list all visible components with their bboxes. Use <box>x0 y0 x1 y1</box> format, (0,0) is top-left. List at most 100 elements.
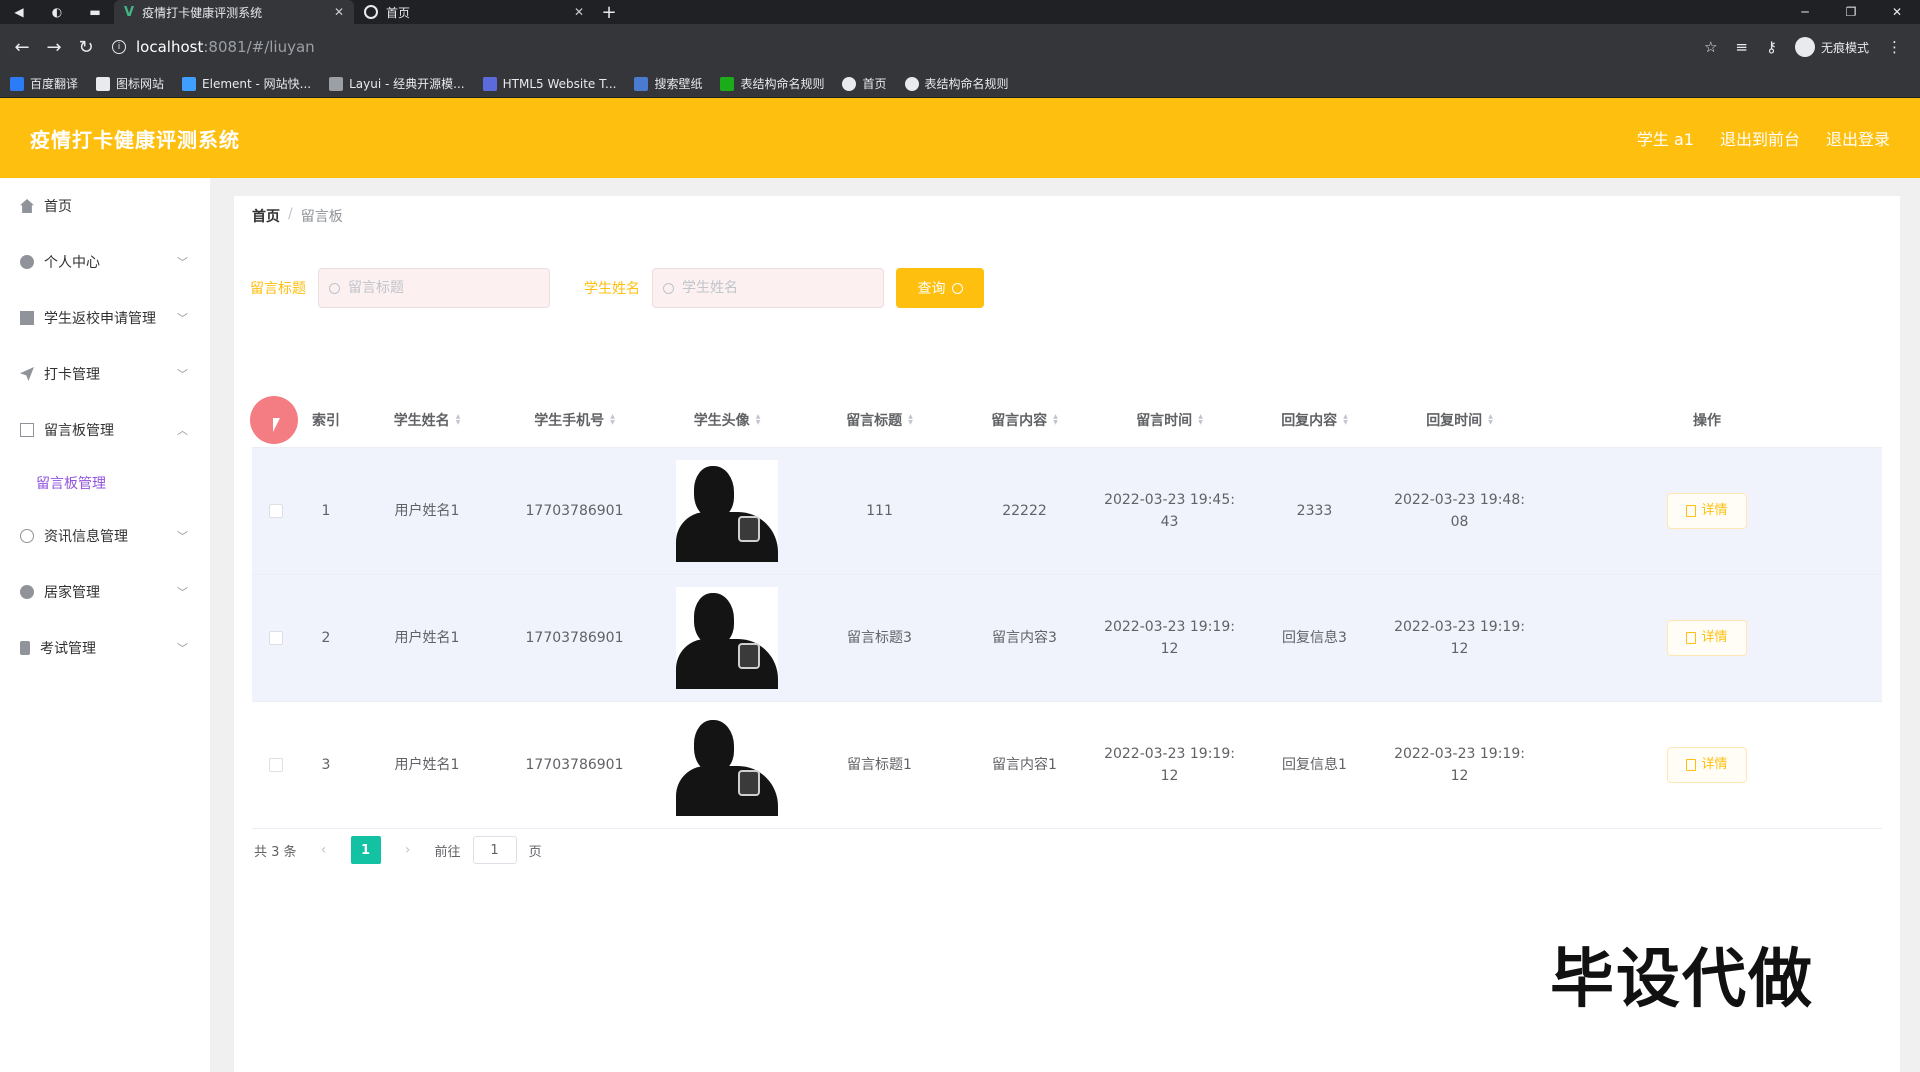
sidebar-item-profile[interactable]: 个人中心 ﹀ <box>0 234 210 290</box>
cell-reply-time-line2: 12 <box>1450 768 1469 784</box>
detail-button[interactable]: 详情 <box>1667 747 1747 783</box>
column-header-avatar[interactable]: 学生头像 ▲ ▼ <box>647 410 807 430</box>
sidebar-item-return-application[interactable]: 学生返校申请管理 ﹀ <box>0 290 210 346</box>
student-avatar-image[interactable] <box>676 460 778 562</box>
row-checkbox[interactable] <box>269 504 283 518</box>
column-header-name[interactable]: 学生姓名 ▲ ▼ <box>352 410 502 430</box>
column-header-operation: 操作 <box>1532 410 1882 430</box>
tab-window-icon[interactable]: ▬ <box>76 0 114 24</box>
search-icon <box>951 282 963 294</box>
next-page-icon[interactable]: › <box>393 836 423 864</box>
bookmark-item[interactable]: Layui - 经典开源模... <box>329 75 465 92</box>
column-header-reply-time[interactable]: 回复时间 ▲ ▼ <box>1387 410 1532 430</box>
pagination-total: 共 3 条 <box>254 844 297 860</box>
restore-icon[interactable]: ❐ <box>1828 0 1874 24</box>
bookmark-star-icon[interactable]: ☆ <box>1704 38 1717 56</box>
browser-menu-icon[interactable]: ⋮ <box>1887 38 1902 56</box>
column-header-title[interactable]: 留言标题 ▲ ▼ <box>807 410 952 430</box>
chevron-down-icon: ﹀ <box>177 312 188 325</box>
close-tab-icon[interactable]: ✕ <box>334 5 344 19</box>
cell-reply-time-line2: 08 <box>1450 514 1469 530</box>
bookmark-item[interactable]: 百度翻译 <box>10 75 78 92</box>
name-search-field[interactable] <box>652 268 884 308</box>
new-tab-icon[interactable]: + <box>594 0 624 24</box>
sort-icon[interactable]: ▲ ▼ <box>908 413 913 426</box>
sidebar-item-checkin[interactable]: 打卡管理 ﹀ <box>0 346 210 402</box>
page-number-current[interactable]: 1 <box>350 836 381 864</box>
chevron-down-icon: ﹀ <box>177 368 188 381</box>
breadcrumb-home[interactable]: 首页 <box>252 206 280 226</box>
sidebar-item-messageboard[interactable]: 留言板管理 ︿ <box>0 402 210 458</box>
incognito-indicator[interactable]: 无痕模式 <box>1794 37 1869 57</box>
cell-name: 用户姓名1 <box>394 757 460 773</box>
tab-search-icon[interactable]: ◐ <box>38 0 76 24</box>
column-header-reply[interactable]: 回复内容 ▲ ▼ <box>1242 410 1387 430</box>
cell-index: 3 <box>321 757 331 773</box>
column-header-time[interactable]: 留言时间 ▲ ▼ <box>1097 410 1242 430</box>
reload-icon[interactable]: ↻ <box>72 33 100 61</box>
query-button[interactable]: 查询 <box>896 268 984 308</box>
sidebar-item-exam[interactable]: 考试管理 ﹀ <box>0 620 210 676</box>
cell-time-line1: 2022-03-23 19:19: <box>1104 746 1235 762</box>
sort-icon[interactable]: ▲ ▼ <box>1198 413 1203 426</box>
reading-list-icon[interactable]: ≡ <box>1735 38 1748 56</box>
row-checkbox[interactable] <box>269 758 283 772</box>
table-row: 1 用户姓名1 17703786901 111 22222 2022-03-23… <box>252 448 1882 575</box>
bookmark-item[interactable]: 首页 <box>842 75 887 92</box>
current-user-link[interactable]: 学生 a1 <box>1637 126 1694 150</box>
sort-icon[interactable]: ▲ ▼ <box>610 413 615 426</box>
column-header-phone[interactable]: 学生手机号 ▲ ▼ <box>502 410 647 430</box>
back-to-front-link[interactable]: 退出到前台 <box>1720 126 1800 150</box>
sidebar-item-home-isolation[interactable]: 居家管理 ﹀ <box>0 564 210 620</box>
goto-page-input[interactable]: 1 <box>472 836 517 864</box>
bookmark-item[interactable]: 搜索壁纸 <box>634 75 702 92</box>
audio-icon[interactable]: ◀ <box>0 0 38 24</box>
sort-icon[interactable]: ▲ ▼ <box>1053 413 1058 426</box>
minimize-icon[interactable]: ─ <box>1782 0 1828 24</box>
search-icon <box>329 282 340 294</box>
bookmark-item[interactable]: 表结构命名规则 <box>904 75 1009 92</box>
sort-icon[interactable]: ▲ ▼ <box>1488 413 1493 426</box>
bookmark-item[interactable]: Element - 网站快... <box>182 75 311 92</box>
title-search-input[interactable] <box>348 280 528 296</box>
cell-name: 用户姓名1 <box>394 630 460 646</box>
detail-button-label: 详情 <box>1701 630 1728 645</box>
close-window-icon[interactable]: ✕ <box>1874 0 1920 24</box>
cell-time: 2022-03-23 19:19: 12 <box>1097 743 1242 787</box>
sidebar-item-news[interactable]: 资讯信息管理 ﹀ <box>0 508 210 564</box>
sidebar-item-home[interactable]: 首页 <box>0 178 210 234</box>
submenu-item-messageboard[interactable]: 留言板管理 <box>0 458 210 508</box>
detail-button[interactable]: 详情 <box>1667 620 1747 656</box>
close-tab-icon[interactable]: ✕ <box>574 5 584 19</box>
cell-title: 留言标题3 <box>847 630 912 646</box>
bookmark-favicon-icon <box>96 76 111 91</box>
back-icon[interactable]: ← <box>8 33 36 61</box>
prev-page-icon[interactable]: ‹ <box>309 836 339 864</box>
sort-icon[interactable]: ▲ ▼ <box>456 413 461 426</box>
password-key-icon[interactable]: ⚷ <box>1766 38 1777 56</box>
forward-icon[interactable]: → <box>40 33 68 61</box>
sidebar-item-label: 留言板管理 <box>44 423 114 439</box>
browser-tab[interactable]: 首页 ✕ <box>354 0 594 24</box>
name-search-input[interactable] <box>682 280 862 296</box>
document-icon <box>1686 632 1697 644</box>
bookmark-favicon-icon <box>720 76 735 91</box>
name-search-label: 学生姓名 <box>584 281 640 297</box>
site-info-icon[interactable]: i <box>112 40 126 54</box>
column-header-label: 学生头像 <box>693 412 750 429</box>
sort-icon[interactable]: ▲ ▼ <box>756 413 761 426</box>
bookmark-item[interactable]: HTML5 Website T... <box>482 76 616 91</box>
detail-button[interactable]: 详情 <box>1667 493 1747 529</box>
sort-icon[interactable]: ▲ ▼ <box>1343 413 1348 426</box>
browser-tab-active[interactable]: V 疫情打卡健康评测系统 ✕ <box>114 0 354 24</box>
column-header-content[interactable]: 留言内容 ▲ ▼ <box>952 410 1097 430</box>
title-search-field[interactable] <box>318 268 550 308</box>
student-avatar-image[interactable] <box>676 587 778 689</box>
url-host: localhost <box>136 38 204 56</box>
student-avatar-image[interactable] <box>676 714 778 816</box>
bookmark-item[interactable]: 图标网站 <box>96 75 164 92</box>
logout-link[interactable]: 退出登录 <box>1826 126 1890 150</box>
url-field[interactable]: i localhost:8081/#/liuyan <box>112 32 1700 62</box>
bookmark-item[interactable]: 表结构命名规则 <box>720 75 824 92</box>
row-checkbox[interactable] <box>269 631 283 645</box>
